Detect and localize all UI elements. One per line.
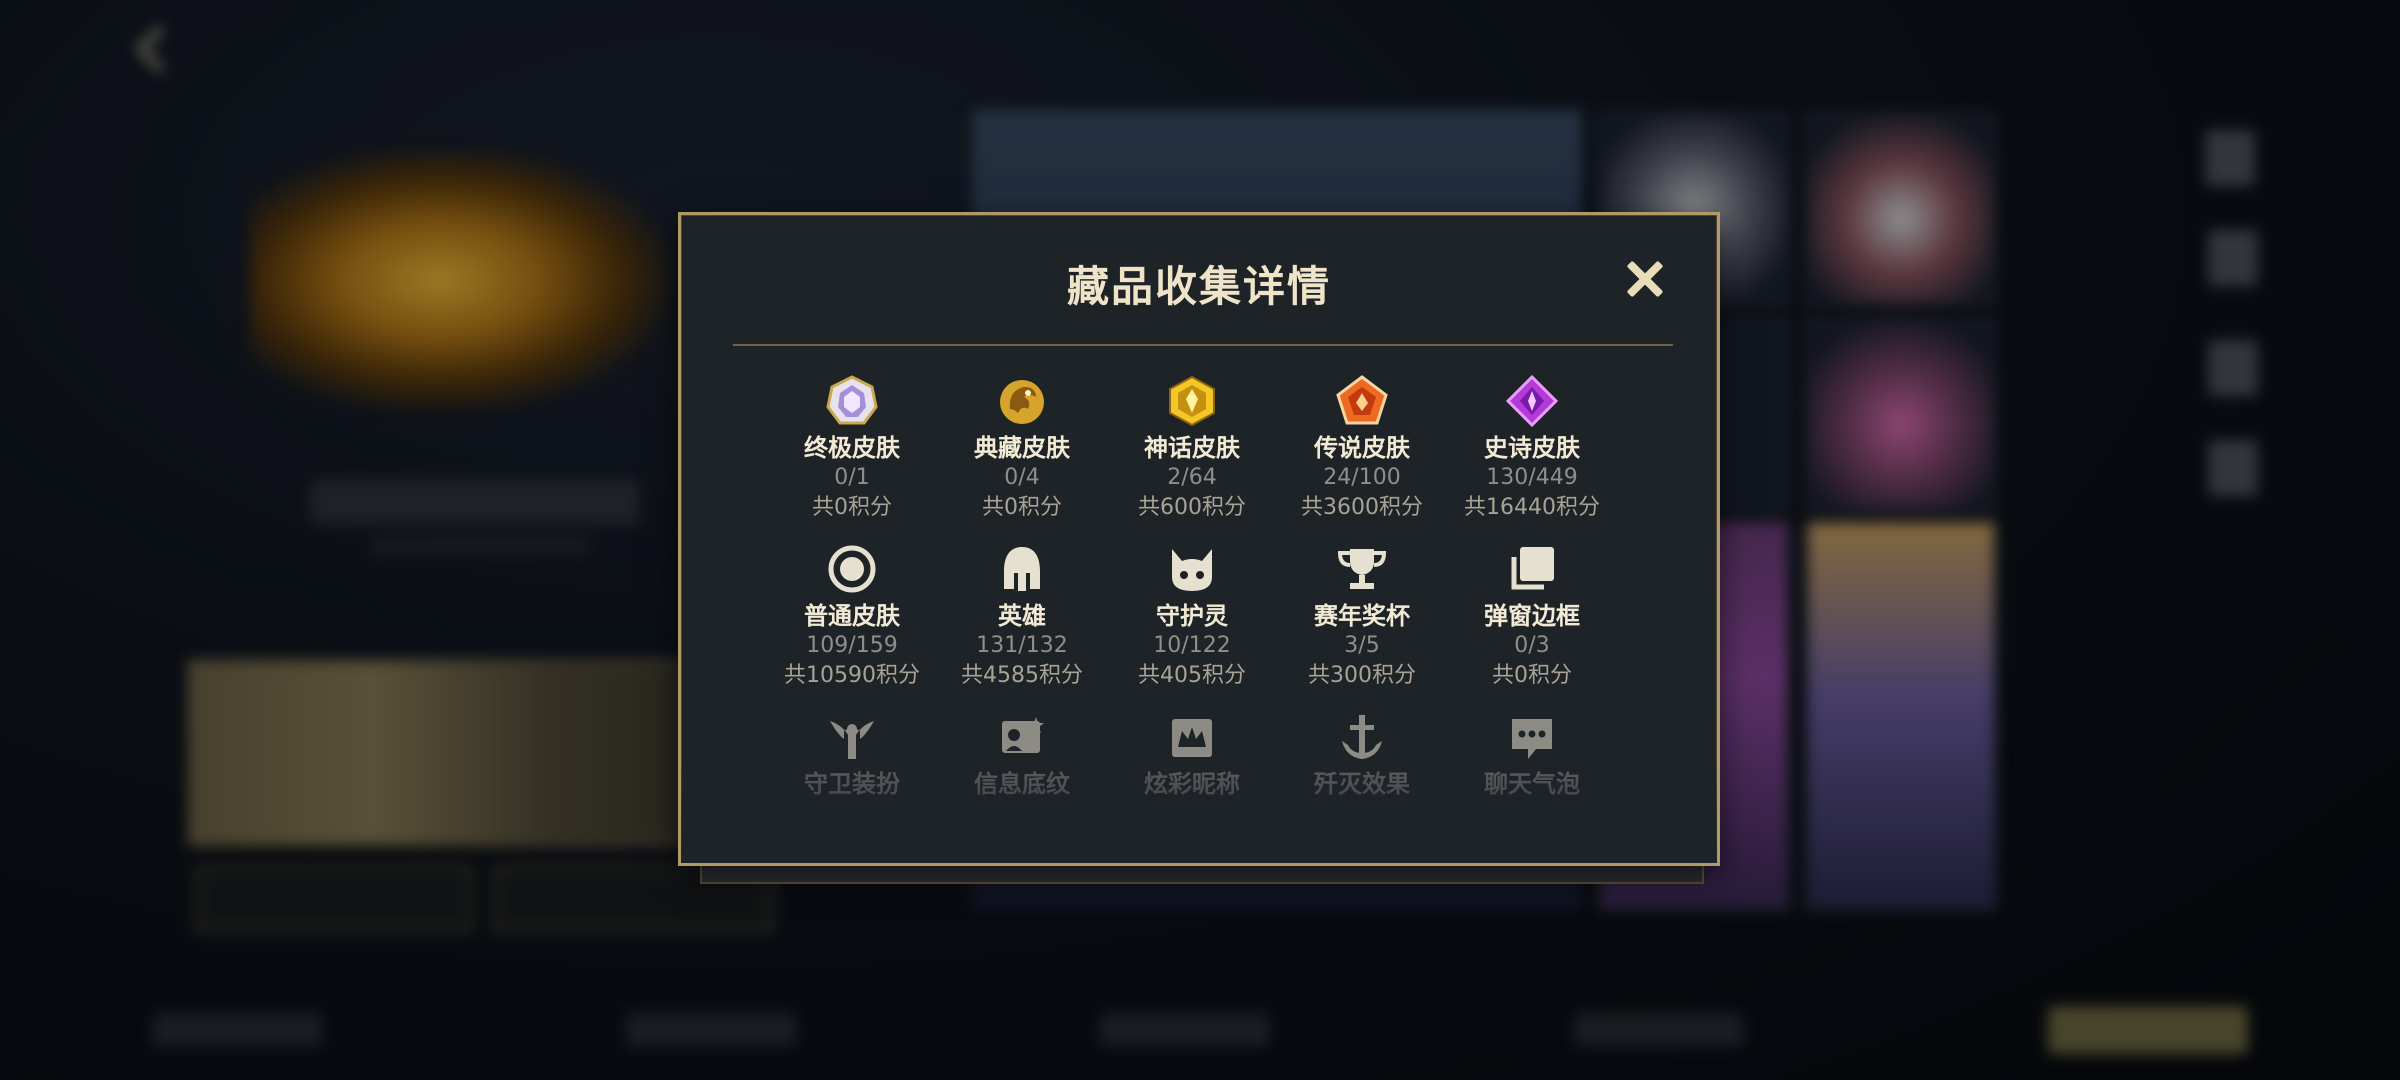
item-name: 英雄: [998, 602, 1046, 630]
item-count: 24/100: [1323, 465, 1401, 490]
item-points: 共10590积分: [784, 663, 920, 688]
item-name: 信息底纹: [974, 770, 1070, 798]
collection-item[interactable]: 炫彩昵称: [1107, 711, 1277, 799]
trophy-icon: [1336, 543, 1388, 595]
item-name: 终极皮肤: [804, 434, 900, 462]
ultimate-skin-icon: [826, 375, 878, 427]
item-name: 赛年奖杯: [1314, 602, 1410, 630]
item-points: 共405积分: [1138, 663, 1246, 688]
collection-item[interactable]: 聊天气泡: [1447, 711, 1617, 799]
modal-title: 藏品收集详情: [1066, 262, 1331, 311]
collection-item[interactable]: 典藏皮肤 0/4 共0积分: [937, 375, 1107, 523]
item-name: 史诗皮肤: [1484, 434, 1580, 462]
epic-skin-icon: [1506, 375, 1558, 427]
item-count: 2/64: [1167, 465, 1217, 490]
collection-item[interactable]: 终极皮肤 0/1 共0积分: [767, 375, 937, 523]
frame-icon: [1506, 543, 1558, 595]
item-name: 神话皮肤: [1144, 434, 1240, 462]
item-points: 共600积分: [1138, 495, 1246, 520]
item-count: 0/4: [1004, 465, 1040, 490]
banner-icon: [996, 711, 1048, 763]
chat-bubble-icon: [1506, 711, 1558, 763]
ward-skin-icon: [826, 711, 878, 763]
anchor-icon: [1336, 711, 1388, 763]
item-name: 守护灵: [1156, 602, 1228, 630]
collection-item[interactable]: 弹窗边框 0/3 共0积分: [1447, 543, 1617, 691]
collection-item[interactable]: 英雄 131/132 共4585积分: [937, 543, 1107, 691]
helmet-icon: [996, 543, 1048, 595]
item-name: 歼灭效果: [1314, 770, 1410, 798]
item-points: 共0积分: [982, 495, 1062, 520]
nickname-icon: [1166, 711, 1218, 763]
item-count: 10/122: [1153, 633, 1231, 658]
item-name: 弹窗边框: [1484, 602, 1580, 630]
item-points: 共4585积分: [961, 663, 1083, 688]
collection-item[interactable]: 史诗皮肤 130/449 共16440积分: [1447, 375, 1617, 523]
guardian-spirit-icon: [1166, 543, 1218, 595]
mythic-skin-icon: [1166, 375, 1218, 427]
item-name: 守卫装扮: [804, 770, 900, 798]
item-count: 130/449: [1486, 465, 1578, 490]
legendary-skin-icon: [1336, 375, 1388, 427]
collection-item[interactable]: 歼灭效果: [1277, 711, 1447, 799]
close-icon[interactable]: [1625, 259, 1665, 299]
item-count: 0/3: [1514, 633, 1550, 658]
item-count: 131/132: [976, 633, 1068, 658]
item-count: 3/5: [1344, 633, 1380, 658]
item-name: 炫彩昵称: [1144, 770, 1240, 798]
collection-item[interactable]: 普通皮肤 109/159 共10590积分: [767, 543, 937, 691]
collection-item[interactable]: 信息底纹: [937, 711, 1107, 799]
item-count: 109/159: [806, 633, 898, 658]
item-count: 0/1: [834, 465, 870, 490]
title-divider: [733, 344, 1673, 346]
item-name: 典藏皮肤: [974, 434, 1070, 462]
collection-item[interactable]: 神话皮肤 2/64 共600积分: [1107, 375, 1277, 523]
collector-skin-icon: [996, 375, 1048, 427]
collection-details-modal: 藏品收集详情 终极皮肤 0/1 共0积分 典藏皮肤 0/4 共0积分 神话皮肤 …: [678, 212, 1720, 866]
collection-item[interactable]: 守卫装扮: [767, 711, 937, 799]
item-name: 传说皮肤: [1314, 434, 1410, 462]
normal-skin-icon: [826, 543, 878, 595]
item-name: 普通皮肤: [804, 602, 900, 630]
item-name: 聊天气泡: [1484, 770, 1580, 798]
collection-item[interactable]: 守护灵 10/122 共405积分: [1107, 543, 1277, 691]
item-points: 共300积分: [1308, 663, 1416, 688]
collection-item[interactable]: 传说皮肤 24/100 共3600积分: [1277, 375, 1447, 523]
item-points: 共3600积分: [1301, 495, 1423, 520]
item-points: 共0积分: [812, 495, 892, 520]
collection-item[interactable]: 赛年奖杯 3/5 共300积分: [1277, 543, 1447, 691]
item-points: 共16440积分: [1464, 495, 1600, 520]
item-points: 共0积分: [1492, 663, 1572, 688]
